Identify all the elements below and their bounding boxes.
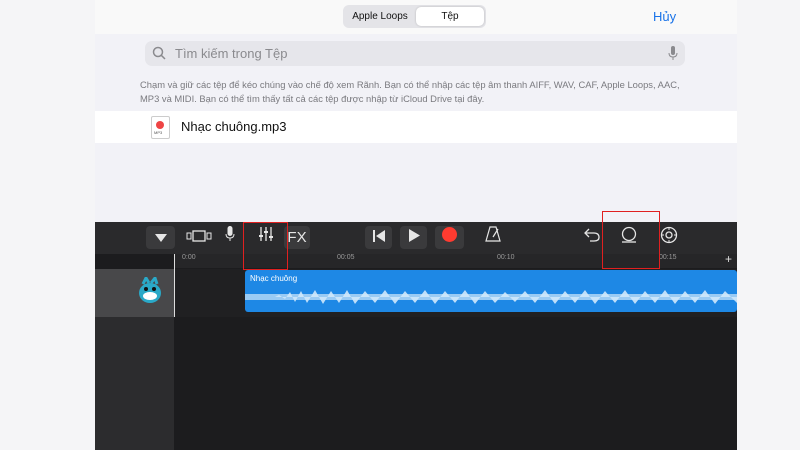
go-to-start-button[interactable] xyxy=(365,226,392,249)
tracks-view-icon xyxy=(186,230,212,242)
monster-track-icon xyxy=(139,277,161,303)
play-icon xyxy=(408,229,420,242)
metronome-button[interactable] xyxy=(482,226,504,249)
ruler-tick-label: 00:15 xyxy=(659,254,677,261)
search-icon xyxy=(152,46,166,60)
region-name: Nhạc chuông xyxy=(250,274,298,283)
ruler-tick-label: 00:05 xyxy=(337,254,355,261)
ruler-tick-label: 00:10 xyxy=(497,254,515,261)
left-margin xyxy=(0,0,95,450)
skip-back-icon xyxy=(372,230,385,242)
settings-button[interactable] xyxy=(658,226,680,249)
browser-header: Apple Loops Tệp Hủy xyxy=(95,0,737,34)
tracks-view-button[interactable] xyxy=(183,226,215,249)
cancel-button[interactable]: Hủy xyxy=(653,9,676,24)
file-row[interactable]: MP3 Nhạc chuông.mp3 xyxy=(95,111,737,143)
tab-files[interactable]: Tệp xyxy=(416,7,484,26)
gear-icon xyxy=(660,226,678,244)
record-button[interactable] xyxy=(435,226,464,249)
search-input[interactable]: Tìm kiếm trong Tệp xyxy=(175,46,287,61)
undo-button[interactable] xyxy=(581,226,603,249)
source-segmented-control: Apple Loops Tệp xyxy=(343,5,486,28)
track-header[interactable] xyxy=(95,269,174,317)
audio-region[interactable]: Nhạc chuông xyxy=(245,270,737,312)
tab-apple-loops[interactable]: Apple Loops xyxy=(345,7,415,26)
microphone-icon[interactable] xyxy=(668,46,678,61)
search-field[interactable]: Tìm kiếm trong Tệp xyxy=(145,41,685,66)
highlight-box-mixer xyxy=(243,222,288,270)
empty-track-lane-area[interactable] xyxy=(174,317,737,450)
add-section-button[interactable]: + xyxy=(725,252,732,266)
file-name: Nhạc chuông.mp3 xyxy=(181,119,287,134)
microphone-icon xyxy=(225,226,235,241)
ruler-tick-label: 0:00 xyxy=(182,254,196,261)
file-icon-mark xyxy=(156,121,164,129)
playhead[interactable] xyxy=(174,254,175,317)
empty-track-header-area xyxy=(95,317,174,450)
mp3-file-icon: MP3 xyxy=(151,116,170,139)
triangle-down-icon xyxy=(154,234,167,242)
highlight-box-loop xyxy=(602,211,660,269)
import-hint-text: Chạm và giữ các tệp để kéo chúng vào chế… xyxy=(140,79,680,104)
waveform xyxy=(245,290,737,304)
metronome-icon xyxy=(485,226,501,242)
browser-toggle-button[interactable] xyxy=(146,226,175,249)
play-button[interactable] xyxy=(400,226,427,249)
undo-icon xyxy=(584,228,600,242)
right-margin xyxy=(737,0,800,450)
instrument-button[interactable] xyxy=(221,226,239,249)
record-icon xyxy=(442,227,457,242)
browser-panel: Apple Loops Tệp Hủy Tìm kiếm trong Tệp C… xyxy=(95,0,737,222)
file-icon-label: MP3 xyxy=(154,130,163,135)
